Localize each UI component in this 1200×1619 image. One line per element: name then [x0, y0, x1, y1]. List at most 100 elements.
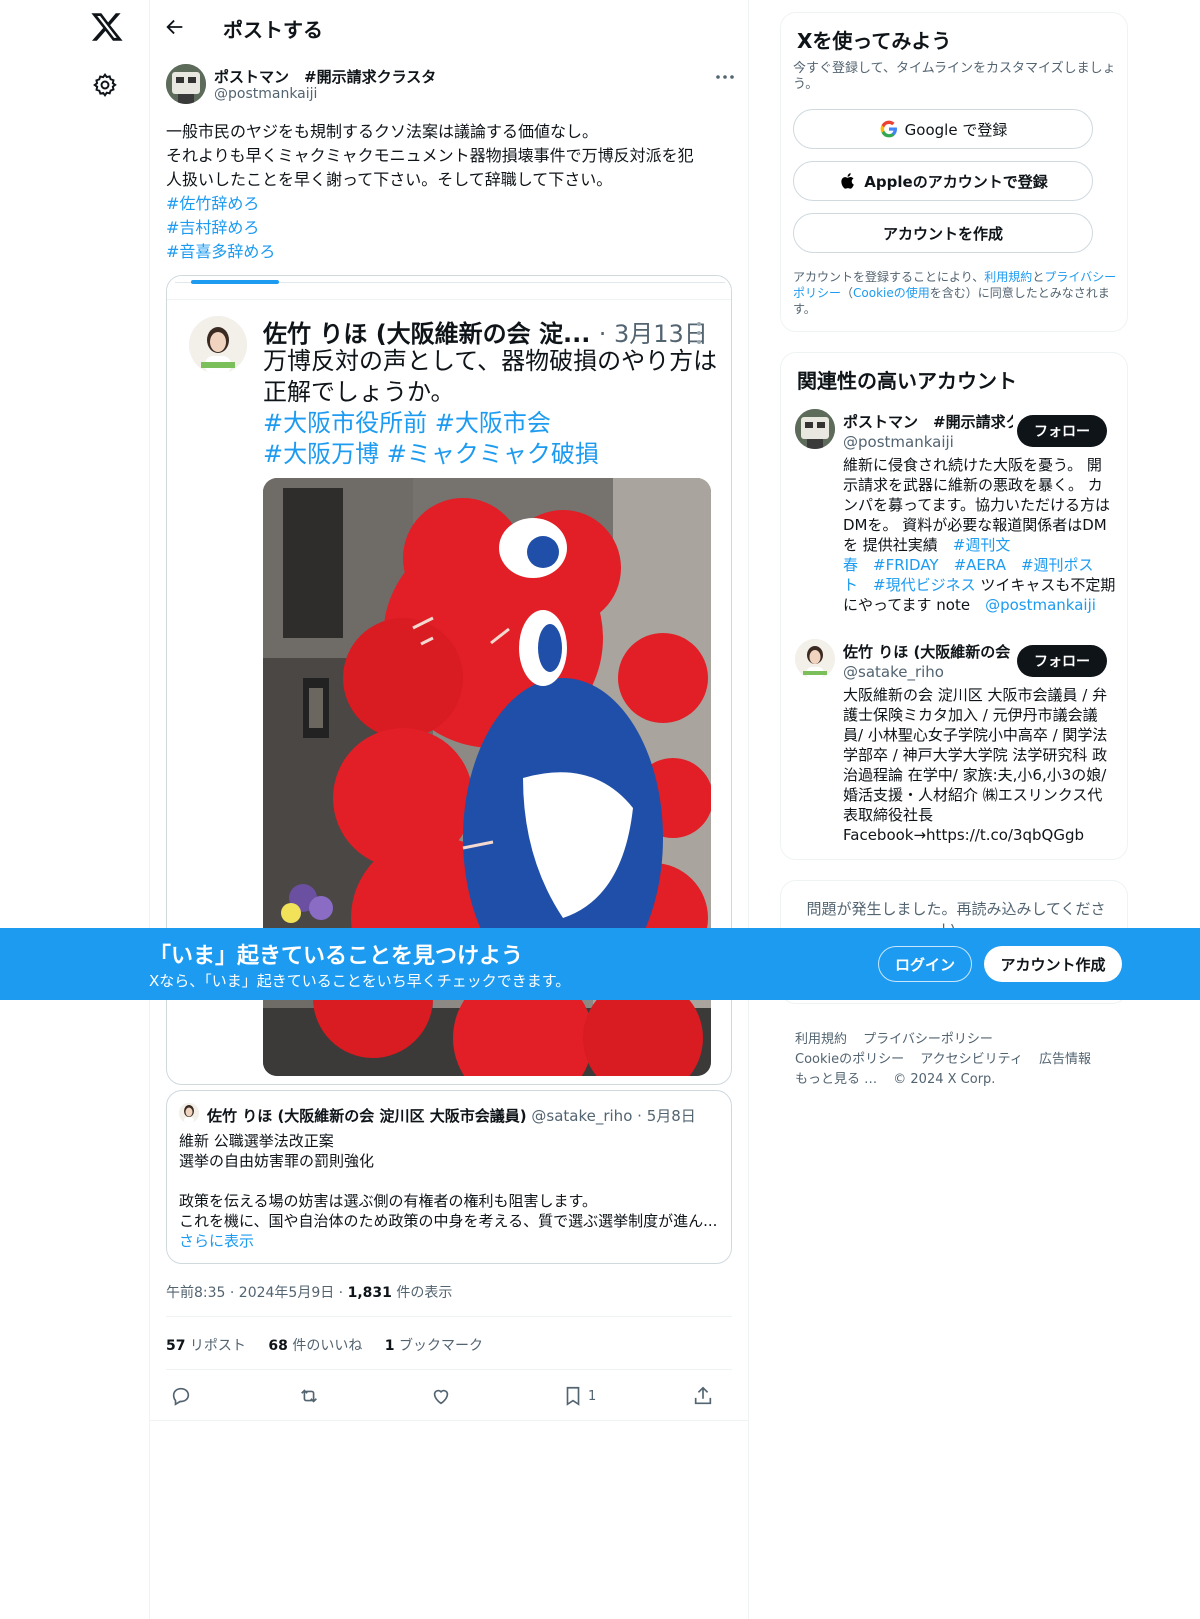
main-column: ポストする ポストマン #開示請求クラスタ @postmankaiji 一般市民… — [149, 0, 749, 1619]
quote-text-line — [179, 1171, 719, 1191]
left-nav — [80, 0, 150, 1619]
avatar[interactable] — [795, 409, 835, 449]
footer-terms-link[interactable]: 利用規約 — [795, 1032, 847, 1047]
media-header-strip — [167, 276, 731, 300]
heart-icon — [433, 1389, 449, 1405]
account-handle[interactable]: @satake_riho — [843, 663, 944, 681]
gear-icon[interactable] — [92, 72, 118, 98]
follow-button[interactable]: フォロー — [1017, 415, 1107, 447]
account-name[interactable]: ポストマン #開示請求クラスタ — [843, 411, 1013, 432]
more-options-icon[interactable] — [714, 68, 736, 86]
account-bio: 大阪維新の会 淀川区 大阪市会議員 / 弁 護士保険ミカタ加入 / 元伊丹市議会… — [843, 686, 1108, 844]
reply-icon — [172, 1387, 190, 1406]
account-handle[interactable]: @postmankaiji — [843, 433, 954, 451]
footer-copyright: © 2024 X Corp. — [893, 1072, 996, 1087]
post-text-line: 一般市民のヤジをも規制するクソ法案は議論する価値なし。 — [166, 122, 599, 141]
quote-text-line: 政策を伝える場の妨害は選ぶ側の有権者の権利も阻害します。 — [179, 1192, 598, 1210]
like-button[interactable] — [430, 1384, 452, 1408]
bookmark-button[interactable]: 1 — [562, 1384, 596, 1408]
quote-text-line: これを機に、国や自治体のため政策の中身を考える、質で選ぶ選挙制度が進ん... — [179, 1212, 718, 1230]
post-stats: 57 リポスト 68 件のいいね 1 ブックマーク — [166, 1335, 501, 1355]
divider — [166, 1316, 732, 1317]
mention-link[interactable]: @postmankaiji — [985, 596, 1096, 614]
quote-author-name: 佐竹 りほ (大阪維新の会 淀川区 大阪市会議員) — [207, 1107, 527, 1125]
post-text-line: それよりも早くミャクミャクモニュメント器物損壊事件で万博反対派を犯 — [166, 146, 694, 165]
kebab-menu-icon — [697, 322, 701, 344]
signup-button[interactable]: アカウント作成 — [984, 946, 1122, 982]
avatar[interactable] — [166, 64, 206, 104]
banner-subtitle: Xなら、「いま」起きていることをいち早くチェックできます。 — [149, 972, 571, 990]
account-bio: 維新に侵食され続けた大阪を憂う。 開 示請求を武器に維新の悪政を暴く。 カ ンパ… — [843, 456, 1116, 614]
share-button[interactable] — [692, 1384, 714, 1408]
quote-author-handle: @satake_riho — [531, 1107, 633, 1125]
related-accounts-card: 関連性の高いアカウント ポストマン #開示請求クラスタ @postmankaij… — [780, 352, 1128, 860]
view-label: 件の表示 — [391, 1285, 453, 1301]
apple-signup-button[interactable]: Appleのアカウントで登録 — [793, 161, 1093, 201]
signup-title: Xを使ってみよう — [797, 29, 952, 53]
related-title: 関連性の高いアカウント — [797, 369, 1017, 393]
quote-header: 佐竹 りほ (大阪維新の会 淀川区 大阪市会議員) @satake_riho ·… — [207, 1105, 696, 1126]
reply-button[interactable] — [170, 1384, 192, 1408]
post-author: ポストマン #開示請求クラスタ @postmankaiji — [166, 64, 736, 108]
account-name[interactable]: 佐竹 りほ (大阪維新の会 — [843, 641, 1013, 662]
hashtag-link[interactable]: #吉村辞めろ — [166, 216, 736, 240]
quote-text-line: 維新 公職選挙法改正案 — [179, 1132, 334, 1150]
related-account[interactable]: 佐竹 りほ (大阪維新の会 @satake_riho フォロー 大阪維新の会 淀… — [795, 639, 1115, 849]
embedded-text-line: 万博反対の声として、器物破損のやり方は — [263, 347, 718, 375]
x-logo-icon[interactable] — [90, 10, 124, 44]
banner-title: 「いま」起きていることを見つけよう — [149, 944, 524, 969]
footer-privacy-link[interactable]: プライバシーポリシー — [863, 1032, 993, 1047]
related-account[interactable]: ポストマン #開示請求クラスタ @postmankaiji フォロー 維新に侵食… — [795, 409, 1115, 619]
post-timestamp[interactable]: 午前8:35 · 2024年5月9日 · — [166, 1285, 348, 1301]
like-stat[interactable]: 68 件のいいね — [268, 1338, 362, 1354]
author-name[interactable]: ポストマン #開示請求クラスタ — [214, 66, 436, 87]
follow-button[interactable]: フォロー — [1017, 645, 1107, 677]
avatar[interactable] — [795, 639, 835, 679]
signup-card: Xを使ってみよう 今すぐ登録して、タイムラインをカスタマイズしましょう。 Goo… — [780, 12, 1128, 332]
sidebar-footer: 利用規約 プライバシーポリシー Cookieのポリシー アクセシビリティ 広告情… — [795, 1030, 1125, 1090]
divider — [166, 1369, 732, 1370]
post-actions: 1 — [166, 1380, 732, 1412]
terms-link[interactable]: 利用規約 — [984, 270, 1032, 284]
footer-cookie-link[interactable]: Cookieのポリシー — [795, 1052, 904, 1067]
footer-ads-link[interactable]: 広告情報 — [1039, 1052, 1091, 1067]
author-handle[interactable]: @postmankaiji — [214, 86, 317, 102]
quote-text: 維新 公職選挙法改正案 選挙の自由妨害罪の罰則強化 政策を伝える場の妨害は選ぶ側… — [179, 1131, 719, 1251]
hashtag-link[interactable]: #音喜多辞めろ — [166, 240, 736, 264]
login-banner: 「いま」起きていることを見つけよう Xなら、「いま」起きていることをいち早くチェ… — [0, 928, 1200, 1000]
google-icon — [880, 120, 897, 138]
show-more-link[interactable]: さらに表示 — [179, 1232, 254, 1250]
hashtag-link[interactable]: ト #現代ビジネス — [843, 576, 976, 594]
quote-text-line: 選挙の自由妨害罪の罰則強化 — [179, 1152, 375, 1170]
post-meta: 午前8:35 · 2024年5月9日 · 1,831 件の表示 — [166, 1282, 452, 1302]
hashtag-link[interactable]: 春 #FRIDAY #AERA #週刊ポス — [843, 556, 1094, 574]
embedded-tags: #大阪市役所前 #大阪市会 — [263, 409, 551, 437]
repost-stat[interactable]: 57 リポスト — [166, 1338, 246, 1354]
signup-subtitle: 今すぐ登録して、タイムラインをカスタマイズしましょう。 — [793, 61, 1116, 92]
embedded-tags: #大阪万博 #ミャクミャク破損 — [263, 440, 599, 468]
divider — [150, 1420, 748, 1421]
footer-more-link[interactable]: もっと見る … — [795, 1072, 877, 1087]
create-account-button[interactable]: アカウントを作成 — [793, 213, 1093, 253]
progress-indicator — [191, 280, 279, 284]
embedded-text-line: 正解でしょうか。 — [263, 378, 455, 406]
google-signup-label: Google で登録 — [904, 120, 1008, 139]
share-icon — [694, 1386, 712, 1405]
embedded-date: · 3月13日 — [598, 320, 708, 348]
cookie-link[interactable]: Cookieの使用 — [853, 286, 930, 300]
post-text: 一般市民のヤジをも規制するクソ法案は議論する価値なし。 それよりも早くミャクミャ… — [166, 120, 736, 264]
view-count: 1,831 — [347, 1285, 392, 1301]
bookmark-stat[interactable]: 1 ブックマーク — [385, 1338, 483, 1354]
hashtag-link[interactable]: #佐竹辞めろ — [166, 192, 736, 216]
quoted-post[interactable]: 佐竹 りほ (大阪維新の会 淀川区 大阪市会議員) @satake_riho ·… — [166, 1090, 732, 1264]
bookmark-icon — [566, 1386, 580, 1406]
apple-signup-label: Appleのアカウントで登録 — [864, 172, 1048, 191]
google-signup-button[interactable]: Google で登録 — [793, 109, 1093, 149]
footer-accessibility-link[interactable]: アクセシビリティ — [920, 1052, 1023, 1067]
login-button[interactable]: ログイン — [878, 946, 972, 982]
top-bar: ポストする — [150, 0, 750, 54]
hashtag-link[interactable]: #週刊文 — [953, 536, 1011, 554]
apple-icon — [841, 173, 855, 189]
back-arrow-icon[interactable] — [164, 16, 186, 38]
repost-button[interactable] — [298, 1384, 320, 1408]
